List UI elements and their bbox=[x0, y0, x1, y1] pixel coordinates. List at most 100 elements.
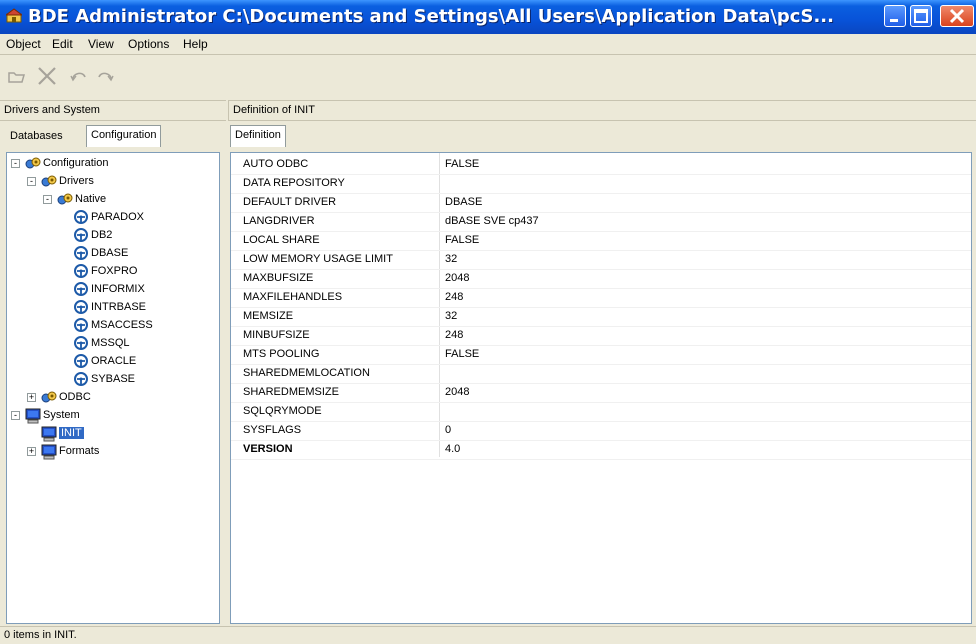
property-row[interactable]: SHAREDMEMSIZE 2048 bbox=[231, 383, 971, 403]
collapse-icon[interactable]: - bbox=[43, 195, 52, 204]
delete-icon[interactable] bbox=[36, 65, 58, 87]
tree-item-drivers[interactable]: - Drivers bbox=[7, 173, 217, 191]
tree-item-label: Drivers bbox=[59, 175, 94, 187]
property-name: SQLQRYMODE bbox=[243, 405, 322, 417]
tree-item-label: INTRBASE bbox=[91, 301, 147, 313]
property-name: MINBUFSIZE bbox=[243, 329, 310, 341]
menu-options[interactable]: Options bbox=[128, 37, 169, 51]
property-name: VERSION bbox=[243, 443, 293, 455]
undo-icon[interactable] bbox=[68, 65, 90, 87]
property-value[interactable]: 32 bbox=[445, 253, 457, 265]
toolbar bbox=[0, 55, 976, 99]
right-panel-header-label: Definition of INIT bbox=[233, 104, 315, 116]
property-value[interactable]: 2048 bbox=[445, 386, 469, 398]
property-row[interactable]: LANGDRIVER dBASE SVE cp437 bbox=[231, 212, 971, 232]
tree-item-configuration[interactable]: - Configuration bbox=[7, 155, 217, 173]
property-row[interactable]: MAXFILEHANDLES 248 bbox=[231, 288, 971, 308]
property-value[interactable]: DBASE bbox=[445, 196, 482, 208]
config-icon bbox=[25, 156, 41, 173]
tree-item-formats[interactable]: + Formats bbox=[7, 443, 217, 461]
left-tabs: Databases Configuration bbox=[0, 121, 226, 149]
collapse-icon[interactable]: - bbox=[11, 411, 20, 420]
right-tabs: Definition bbox=[228, 121, 976, 149]
property-row[interactable]: MEMSIZE 32 bbox=[231, 307, 971, 327]
tree-panel[interactable]: - Configuration - Drivers - Native PARADOX DB2 D… bbox=[6, 152, 220, 624]
tree-item-sybase[interactable]: SYBASE bbox=[7, 371, 217, 389]
title-bar[interactable]: BDE Administrator C:\Documents and Setti… bbox=[0, 0, 976, 34]
redo-icon[interactable] bbox=[94, 65, 116, 87]
property-value[interactable]: 0 bbox=[445, 424, 451, 436]
property-name: MEMSIZE bbox=[243, 310, 294, 322]
tree-item-msaccess[interactable]: MSACCESS bbox=[7, 317, 217, 335]
driver-icon bbox=[73, 300, 89, 317]
property-row[interactable]: LOW MEMORY USAGE LIMIT 32 bbox=[231, 250, 971, 270]
property-row[interactable]: DATA REPOSITORY bbox=[231, 174, 971, 194]
property-row[interactable]: LOCAL SHARE FALSE bbox=[231, 231, 971, 251]
tab-configuration[interactable]: Configuration bbox=[86, 125, 162, 147]
expand-icon[interactable]: + bbox=[27, 393, 36, 402]
menu-view[interactable]: View bbox=[88, 37, 114, 51]
tree-item-mssql[interactable]: MSSQL bbox=[7, 335, 217, 353]
open-icon[interactable] bbox=[6, 65, 28, 87]
close-icon bbox=[949, 8, 965, 24]
menu-object[interactable]: Object bbox=[6, 37, 41, 51]
tree-item-label: Configuration bbox=[43, 157, 109, 169]
config-icon bbox=[41, 390, 57, 407]
tree-item-paradox[interactable]: PARADOX bbox=[7, 209, 217, 227]
property-name: AUTO ODBC bbox=[243, 158, 309, 170]
maximize-button[interactable] bbox=[910, 5, 932, 27]
menu-help[interactable]: Help bbox=[183, 37, 208, 51]
right-panel-header: Definition of INIT bbox=[228, 100, 976, 121]
tree-item-system[interactable]: - System bbox=[7, 407, 217, 425]
property-name: DATA REPOSITORY bbox=[243, 177, 345, 189]
property-row[interactable]: SYSFLAGS 0 bbox=[231, 421, 971, 441]
property-value[interactable]: 248 bbox=[445, 329, 463, 341]
property-value[interactable]: 4.0 bbox=[445, 443, 460, 455]
property-row[interactable]: AUTO ODBC FALSE bbox=[231, 155, 971, 175]
expand-icon[interactable]: + bbox=[27, 447, 36, 456]
definition-panel[interactable]: AUTO ODBC FALSE DATA REPOSITORY DEFAULT DRI… bbox=[230, 152, 972, 624]
menu-edit[interactable]: Edit bbox=[52, 37, 73, 51]
collapse-icon[interactable]: - bbox=[27, 177, 36, 186]
property-value[interactable]: FALSE bbox=[445, 348, 479, 360]
driver-icon bbox=[73, 354, 89, 371]
property-row[interactable]: MAXBUFSIZE 2048 bbox=[231, 269, 971, 289]
tree-item-odbc[interactable]: + ODBC bbox=[7, 389, 217, 407]
property-value[interactable]: dBASE SVE cp437 bbox=[445, 215, 539, 227]
minimize-button[interactable] bbox=[884, 5, 906, 27]
property-value[interactable]: 248 bbox=[445, 291, 463, 303]
tree-item-foxpro[interactable]: FOXPRO bbox=[7, 263, 217, 281]
property-row[interactable]: SQLQRYMODE bbox=[231, 402, 971, 422]
property-row[interactable]: SHAREDMEMLOCATION bbox=[231, 364, 971, 384]
property-row[interactable]: VERSION 4.0 bbox=[231, 440, 971, 460]
property-row[interactable]: MTS POOLING FALSE bbox=[231, 345, 971, 365]
close-button[interactable] bbox=[940, 5, 974, 27]
property-value[interactable]: FALSE bbox=[445, 158, 479, 170]
tree-item-native[interactable]: - Native bbox=[7, 191, 217, 209]
property-value[interactable]: FALSE bbox=[445, 234, 479, 246]
tree-item-db2[interactable]: DB2 bbox=[7, 227, 217, 245]
property-value[interactable]: 32 bbox=[445, 310, 457, 322]
property-name: LOCAL SHARE bbox=[243, 234, 320, 246]
driver-icon bbox=[73, 372, 89, 389]
tree-item-label: ODBC bbox=[59, 391, 91, 403]
left-panel-header: Drivers and System bbox=[0, 100, 226, 121]
property-name: MAXFILEHANDLES bbox=[243, 291, 343, 303]
tree-item-label: ORACLE bbox=[91, 355, 137, 367]
property-name: MAXBUFSIZE bbox=[243, 272, 314, 284]
property-value[interactable]: 2048 bbox=[445, 272, 469, 284]
tree-item-informix[interactable]: INFORMIX bbox=[7, 281, 217, 299]
tree-item-init[interactable]: INIT bbox=[7, 425, 217, 443]
tree-item-oracle[interactable]: ORACLE bbox=[7, 353, 217, 371]
driver-icon bbox=[73, 228, 89, 245]
tree-item-intrbase[interactable]: INTRBASE bbox=[7, 299, 217, 317]
property-row[interactable]: MINBUFSIZE 248 bbox=[231, 326, 971, 346]
tab-databases[interactable]: Databases bbox=[6, 127, 67, 147]
maximize-icon bbox=[914, 9, 928, 23]
collapse-icon[interactable]: - bbox=[11, 159, 20, 168]
tree-item-dbase[interactable]: DBASE bbox=[7, 245, 217, 263]
property-row[interactable]: DEFAULT DRIVER DBASE bbox=[231, 193, 971, 213]
status-bar: 0 items in INIT. bbox=[0, 626, 976, 644]
menu-bar: Object Edit View Options Help bbox=[0, 34, 976, 55]
tab-definition[interactable]: Definition bbox=[230, 125, 286, 147]
